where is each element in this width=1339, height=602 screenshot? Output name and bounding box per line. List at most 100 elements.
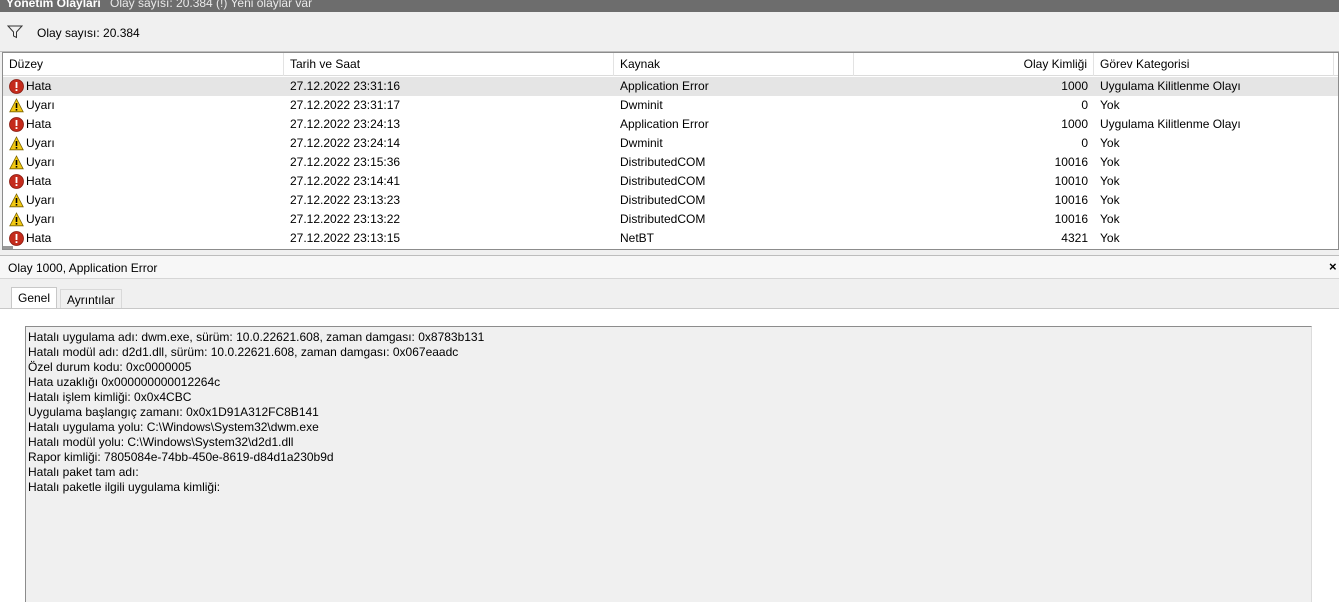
description-line: Hata uzaklığı 0x000000000012264c bbox=[28, 375, 221, 389]
table-row[interactable]: Uyarı 27.12.2022 23:31:17 Dwminit 0 Yok bbox=[3, 96, 1338, 115]
filter-bar: Olay sayısı: 20.384 bbox=[0, 12, 1339, 52]
description-line: Hatalı işlem kimliği: 0x0x4CBC bbox=[28, 390, 192, 404]
description-line: Hatalı paketle ilgili uygulama kimliği: bbox=[28, 480, 221, 494]
window-subtitle: Olay sayısı: 20.384 (!) Yeni olaylar var bbox=[110, 0, 313, 10]
cell-category: Yok bbox=[1100, 193, 1120, 207]
cell-category: Uygulama Kilitlenme Olayı bbox=[1100, 117, 1241, 131]
column-header-category[interactable]: Görev Kategorisi bbox=[1094, 53, 1334, 76]
description-line: Uygulama başlangıç zamanı: 0x0x1D91A312F… bbox=[28, 405, 319, 419]
description-line: Özel durum kodu: 0xc0000005 bbox=[28, 360, 192, 374]
cell-category: Yok bbox=[1100, 98, 1120, 112]
cell-event-id: 1000 bbox=[1061, 79, 1088, 93]
cell-event-id: 0 bbox=[1081, 136, 1088, 150]
cell-source: DistributedCOM bbox=[620, 155, 706, 169]
cell-level: Hata bbox=[9, 77, 279, 96]
window-title: Yönetim Olayları bbox=[6, 0, 101, 10]
cell-date: 27.12.2022 23:31:17 bbox=[290, 98, 401, 112]
level-label: Uyarı bbox=[26, 193, 55, 207]
warning-icon bbox=[9, 193, 24, 208]
title-bar: Yönetim Olayları Olay sayısı: 20.384 (!)… bbox=[0, 0, 1339, 12]
cell-event-id: 4321 bbox=[1061, 231, 1088, 245]
cell-source: Application Error bbox=[620, 79, 709, 93]
table-row[interactable]: Hata 27.12.2022 23:13:15 NetBT 4321 Yok bbox=[3, 229, 1338, 248]
cell-date: 27.12.2022 23:31:16 bbox=[290, 79, 401, 93]
description-line: Hatalı uygulama yolu: C:\Windows\System3… bbox=[28, 420, 319, 434]
cell-event-id: 0 bbox=[1081, 98, 1088, 112]
description-line: Rapor kimliği: 7805084e-74bb-450e-8619-d… bbox=[28, 450, 334, 464]
tab-details[interactable]: Ayrıntılar bbox=[60, 289, 122, 309]
level-label: Uyarı bbox=[26, 212, 55, 226]
filter-icon[interactable] bbox=[7, 25, 23, 39]
cell-level: Uyarı bbox=[9, 153, 279, 172]
cell-source: Dwminit bbox=[620, 136, 663, 150]
description-line: Hatalı modül yolu: C:\Windows\System32\d… bbox=[28, 435, 294, 449]
detail-tabs: Genel Ayrıntılar bbox=[0, 279, 1339, 310]
table-row[interactable]: Uyarı 27.12.2022 23:15:36 DistributedCOM 10… bbox=[3, 153, 1338, 172]
cell-level: Uyarı bbox=[9, 210, 279, 229]
column-header-source[interactable]: Kaynak bbox=[614, 53, 854, 76]
error-icon bbox=[9, 117, 24, 132]
error-icon bbox=[9, 231, 24, 246]
cell-category: Uygulama Kilitlenme Olayı bbox=[1100, 79, 1241, 93]
grid-header: Düzey Tarih ve Saat Kaynak Olay Kimliği … bbox=[3, 53, 1338, 76]
cell-level: Hata bbox=[9, 229, 279, 248]
detail-header: Olay 1000, Application Error × bbox=[0, 255, 1339, 279]
cell-category: Yok bbox=[1100, 231, 1120, 245]
close-icon[interactable]: × bbox=[1329, 260, 1339, 274]
cell-category: Yok bbox=[1100, 155, 1120, 169]
description-line: Hatalı modül adı: d2d1.dll, sürüm: 10.0.… bbox=[28, 345, 459, 359]
cell-level: Hata bbox=[9, 115, 279, 134]
description-line: Hatalı uygulama adı: dwm.exe, sürüm: 10.… bbox=[28, 330, 485, 344]
table-row[interactable]: Hata 27.12.2022 23:14:41 DistributedCOM 100… bbox=[3, 172, 1338, 191]
warning-icon bbox=[9, 98, 24, 113]
description-line: Hatalı paket tam adı: bbox=[28, 465, 139, 479]
tab-general[interactable]: Genel bbox=[11, 287, 58, 310]
scrollbar[interactable] bbox=[3, 246, 13, 249]
warning-icon bbox=[9, 212, 24, 227]
table-row[interactable]: Uyarı 27.12.2022 23:24:14 Dwminit 0 Yok bbox=[3, 134, 1338, 153]
cell-date: 27.12.2022 23:24:14 bbox=[290, 136, 401, 150]
cell-date: 27.12.2022 23:15:36 bbox=[290, 155, 401, 169]
level-label: Hata bbox=[26, 231, 52, 245]
cell-level: Uyarı bbox=[9, 191, 279, 210]
cell-category: Yok bbox=[1100, 174, 1120, 188]
event-count: Olay sayısı: 20.384 bbox=[37, 26, 140, 40]
level-label: Uyarı bbox=[26, 155, 55, 169]
level-label: Uyarı bbox=[26, 136, 55, 150]
cell-date: 27.12.2022 23:14:41 bbox=[290, 174, 401, 188]
level-label: Hata bbox=[26, 117, 52, 131]
cell-event-id: 10016 bbox=[1054, 212, 1088, 226]
level-label: Hata bbox=[26, 174, 52, 188]
column-header-date[interactable]: Tarih ve Saat bbox=[284, 53, 614, 76]
cell-source: DistributedCOM bbox=[620, 193, 706, 207]
cell-event-id: 10016 bbox=[1054, 155, 1088, 169]
cell-date: 27.12.2022 23:13:15 bbox=[290, 231, 401, 245]
level-label: Uyarı bbox=[26, 98, 55, 112]
cell-category: Yok bbox=[1100, 212, 1120, 226]
column-header-event-id[interactable]: Olay Kimliği bbox=[854, 53, 1094, 76]
cell-source: DistributedCOM bbox=[620, 174, 706, 188]
cell-source: NetBT bbox=[620, 231, 655, 245]
detail-title: Olay 1000, Application Error bbox=[8, 261, 158, 275]
warning-icon bbox=[9, 155, 24, 170]
warning-icon bbox=[9, 136, 24, 151]
cell-event-id: 1000 bbox=[1061, 117, 1088, 131]
column-header-level[interactable]: Düzey bbox=[3, 53, 284, 76]
cell-date: 27.12.2022 23:24:13 bbox=[290, 117, 401, 131]
events-grid[interactable]: Düzey Tarih ve Saat Kaynak Olay Kimliği … bbox=[2, 52, 1339, 250]
cell-category: Yok bbox=[1100, 136, 1120, 150]
level-label: Hata bbox=[26, 79, 52, 93]
detail-pane: Hatalı uygulama adı: dwm.exe, sürüm: 10.… bbox=[0, 308, 1339, 602]
table-row[interactable]: Uyarı 27.12.2022 23:13:22 DistributedCOM 10… bbox=[3, 210, 1338, 229]
error-icon bbox=[9, 79, 24, 94]
cell-event-id: 10010 bbox=[1054, 174, 1088, 188]
table-row[interactable]: Hata 27.12.2022 23:31:16 Application Error… bbox=[3, 77, 1338, 96]
cell-source: DistributedCOM bbox=[620, 212, 706, 226]
error-icon bbox=[9, 174, 24, 189]
cell-source: Application Error bbox=[620, 117, 709, 131]
cell-level: Uyarı bbox=[9, 96, 279, 115]
table-row[interactable]: Hata 27.12.2022 23:24:13 Application Error… bbox=[3, 115, 1338, 134]
event-description[interactable]: Hatalı uygulama adı: dwm.exe, sürüm: 10.… bbox=[25, 326, 1312, 602]
table-row[interactable]: Uyarı 27.12.2022 23:13:23 DistributedCOM 10… bbox=[3, 191, 1338, 210]
cell-source: Dwminit bbox=[620, 98, 663, 112]
